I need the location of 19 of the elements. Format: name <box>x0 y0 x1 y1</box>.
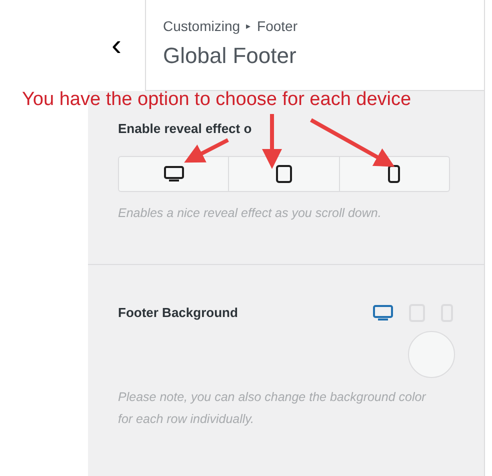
panel-title: Global Footer <box>163 42 298 70</box>
setting-label: Footer Background <box>118 304 238 322</box>
separator-icon: ▸ <box>246 20 252 34</box>
setting-label: Enable reveal effect o <box>118 120 252 138</box>
annotation-arrow <box>262 114 282 169</box>
mobile-icon <box>388 164 400 182</box>
mobile-button[interactable] <box>340 156 450 192</box>
tablet-button[interactable] <box>229 156 340 192</box>
desktop-icon <box>164 166 184 182</box>
tablet-icon <box>276 164 292 182</box>
setting-description: Enables a nice reveal effect as you scroll down. <box>118 204 382 222</box>
annotation-text: You have the option to choose for each device <box>22 88 412 112</box>
back-button[interactable]: ‹ <box>88 0 145 91</box>
annotation-arrow <box>184 138 229 163</box>
breadcrumb-text: Customizing <box>163 17 240 36</box>
desktop-button[interactable] <box>118 156 230 192</box>
setting-description: Please note, you can also change the background color for each row individually. <box>118 388 428 428</box>
breadcrumb-text: Footer <box>257 17 298 36</box>
desktop-icon[interactable] <box>373 305 393 321</box>
